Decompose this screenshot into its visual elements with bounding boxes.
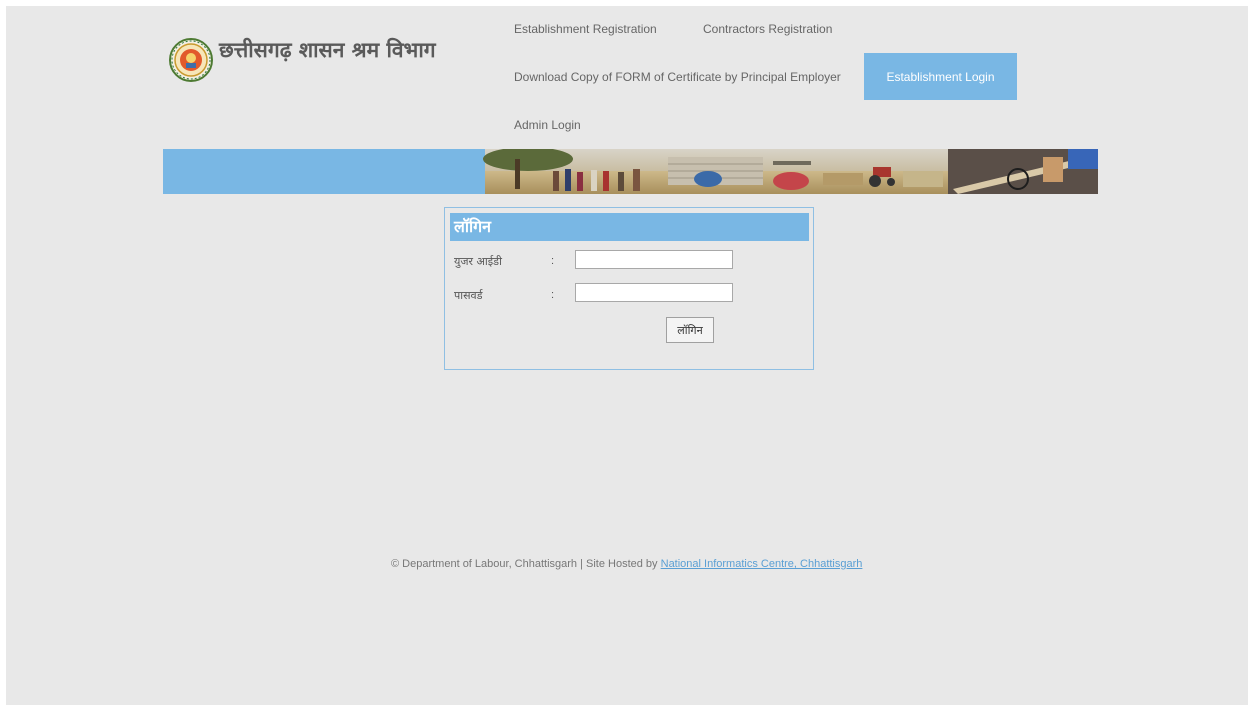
user-id-label: युजर आईडी xyxy=(454,255,502,268)
login-panel-title: लॉगिन xyxy=(450,213,809,241)
footer-nic-link[interactable]: National Informatics Centre, Chhattisgar… xyxy=(661,558,863,570)
user-id-colon: : xyxy=(551,255,555,267)
user-id-input[interactable] xyxy=(575,250,733,269)
password-input[interactable] xyxy=(575,283,733,302)
nav-establishment-login[interactable]: Establishment Login xyxy=(864,53,1017,100)
state-emblem-logo xyxy=(169,38,213,82)
site-title: छत्तीसगढ़ शासन श्रम विभाग xyxy=(219,38,436,62)
banner-photo-strip xyxy=(483,149,1098,194)
login-panel: लॉगिन युजर आईडी : पासवर्ड : लॉगिन xyxy=(444,207,814,370)
login-button[interactable]: लॉगिन xyxy=(666,317,714,343)
header-banner xyxy=(163,149,1098,194)
nav-contractors-registration[interactable]: Contractors Registration xyxy=(703,22,832,36)
footer-text: © Department of Labour, Chhattisgarh | S… xyxy=(391,558,658,570)
nav-admin-login[interactable]: Admin Login xyxy=(514,118,581,132)
nav-download-certificate[interactable]: Download Copy of FORM of Certificate by … xyxy=(514,70,841,84)
page-background: छत्तीसगढ़ शासन श्रम विभाग Establishment … xyxy=(6,6,1248,705)
password-colon: : xyxy=(551,289,555,301)
footer: © Department of Labour, Chhattisgarh | S… xyxy=(391,558,862,570)
nav-establishment-registration[interactable]: Establishment Registration xyxy=(514,22,657,36)
password-label: पासवर्ड xyxy=(454,289,483,302)
